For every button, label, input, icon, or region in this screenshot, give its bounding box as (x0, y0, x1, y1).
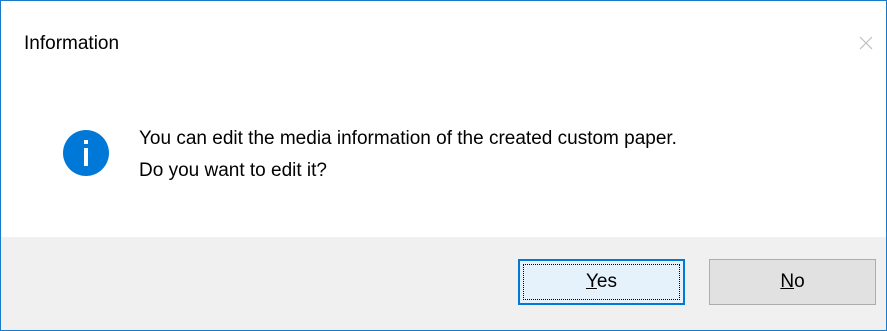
information-dialog: Information You can edit the media infor… (0, 0, 887, 331)
no-button-label: No (780, 271, 804, 293)
close-icon (859, 36, 873, 50)
yes-label-rest: es (596, 271, 617, 292)
button-bar: Yes No (1, 237, 886, 330)
yes-button-label: Yes (586, 271, 617, 293)
no-label-rest: o (794, 271, 805, 292)
info-icon (63, 130, 109, 176)
dialog-content: You can edit the media information of th… (1, 77, 886, 237)
title-bar: Information (1, 1, 886, 77)
window-title: Information (24, 33, 120, 54)
yes-button[interactable]: Yes (518, 259, 685, 305)
yes-accelerator: Y (585, 271, 597, 292)
message-line-2: Do you want to edit it? (139, 160, 327, 181)
no-button[interactable]: No (709, 259, 876, 305)
message-line-1: You can edit the media information of th… (139, 128, 677, 149)
close-button[interactable] (846, 23, 886, 63)
message-text: You can edit the media information of th… (139, 123, 677, 187)
no-accelerator: N (780, 271, 795, 292)
